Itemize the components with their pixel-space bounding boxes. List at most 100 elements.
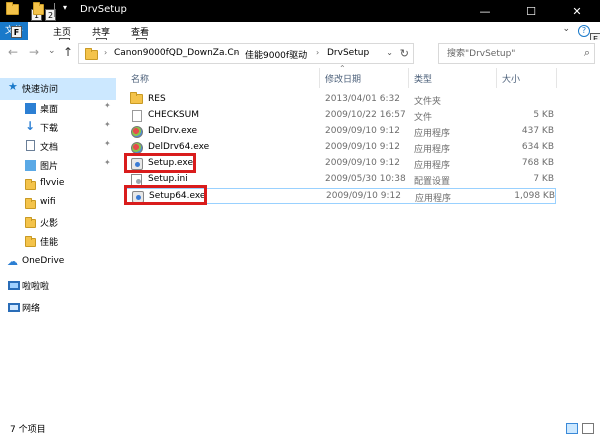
maximize-button[interactable]: ☐ (508, 0, 554, 22)
search-input[interactable] (439, 44, 575, 63)
breadcrumb-separator[interactable]: › (316, 48, 319, 57)
nav-item-label: 桌面 (40, 105, 59, 115)
file-type: 文件夹 (414, 97, 442, 107)
file-row-res[interactable]: RES 2013/04/01 6:32 文件夹 (126, 92, 556, 108)
column-header-date[interactable]: 修改日期 (325, 72, 361, 86)
file-name: Setup.ini (148, 174, 188, 184)
pin-icon[interactable]: ✦ (104, 120, 111, 129)
search-icon[interactable]: ⌕ (584, 46, 590, 60)
breadcrumb-separator[interactable]: › (104, 48, 107, 57)
file-row-checksum[interactable]: CHECKSUM 2009/10/22 16:57 文件 5 KB (126, 108, 556, 124)
nav-item-label: 火影 (40, 219, 59, 229)
file-type: 应用程序 (414, 161, 451, 171)
tab-home[interactable]: 主页 (53, 25, 71, 38)
file-name: DelDrv.exe (148, 126, 198, 136)
desktop-icon (25, 103, 36, 114)
file-date: 2013/04/01 6:32 (325, 94, 400, 104)
ribbon-tabs: 文件 F 主页 H 共享 S 查看 V ⌄ ? E (0, 22, 600, 50)
file-row-deldrv[interactable]: DelDrv.exe 2009/09/10 9:12 应用程序 437 KB (126, 124, 556, 140)
nav-item-label: wifi (40, 197, 56, 207)
title-bar[interactable]: 1 2 ▾ DrvSetup — ☐ ✕ (0, 0, 600, 22)
recent-locations-button[interactable]: ⌄ (48, 46, 56, 56)
nav-item-network[interactable]: 网络 (0, 297, 116, 319)
minimize-button[interactable]: — (462, 0, 508, 22)
tab-share[interactable]: 共享 (92, 25, 110, 38)
download-icon: ↓ (25, 119, 36, 133)
navigation-bar: ← → ⌄ ↑ › Canon9000fQD_DownZa.Cn › 佳能900… (0, 40, 600, 66)
back-button[interactable]: ← (8, 45, 18, 59)
folder-icon (85, 48, 98, 60)
large-icons-view-button[interactable] (582, 423, 594, 434)
column-header-type[interactable]: 类型 (414, 72, 432, 86)
file-type: 文件 (414, 113, 433, 123)
customize-toolbar-dropdown-icon[interactable]: ▾ (63, 3, 67, 12)
pin-icon[interactable]: ✦ (104, 158, 111, 167)
pin-icon[interactable]: ✦ (104, 101, 111, 110)
address-dropdown-icon[interactable]: ⌄ (386, 48, 393, 57)
pin-icon[interactable]: ✦ (104, 139, 111, 148)
nav-item-label: OneDrive (22, 256, 65, 266)
nav-item-this-pc[interactable]: 啦啦啦 (0, 275, 116, 297)
expand-ribbon-icon[interactable]: ⌄ (562, 24, 570, 34)
nav-item-label: 网络 (22, 304, 41, 314)
application-icon (131, 126, 143, 138)
nav-item-canon[interactable]: 佳能 (0, 231, 116, 253)
folder-icon (25, 236, 36, 247)
nav-item-label: 图片 (40, 162, 59, 172)
file-type: 应用程序 (414, 129, 451, 139)
file-date: 2009/10/22 16:57 (325, 110, 406, 120)
file-type: 配置设置 (414, 177, 451, 187)
breadcrumb-item[interactable]: Canon9000fQD_DownZa.Cn (114, 48, 239, 58)
network-icon (8, 303, 20, 312)
details-view-button[interactable] (566, 423, 578, 434)
nav-item-label: flvvie (40, 178, 65, 188)
pictures-icon (25, 160, 36, 171)
file-size: 5 KB (533, 110, 554, 120)
help-icon[interactable]: ? (578, 25, 590, 37)
breadcrumb-item[interactable]: DrvSetup (327, 48, 369, 58)
up-button[interactable]: ↑ (63, 45, 73, 59)
nav-item-quick-access[interactable]: ★ 快速访问 (0, 78, 116, 100)
navigation-pane: ★ 快速访问 桌面 ✦ ↓ 下载 ✦ 文档 ✦ 图片 ✦ flvvie wifi… (0, 66, 116, 415)
breadcrumb-separator[interactable]: › (234, 48, 237, 57)
column-divider[interactable] (556, 68, 557, 88)
file-icon (132, 110, 142, 122)
highlight-box-setup (124, 153, 196, 173)
status-bar: 7 个项目 (0, 415, 600, 439)
column-divider[interactable] (319, 68, 320, 88)
file-date: 2009/05/30 10:38 (325, 174, 406, 184)
column-header-name[interactable]: 名称 (131, 72, 149, 86)
column-header-size[interactable]: 大小 (502, 72, 520, 86)
tab-view[interactable]: 查看 (131, 25, 149, 38)
file-list: ⌃ 名称 修改日期 类型 大小 RES 2013/04/01 6:32 文件夹 … (116, 64, 600, 415)
item-count: 7 个项目 (10, 425, 46, 435)
refresh-icon[interactable]: ↻ (400, 47, 409, 60)
file-date: 2009/09/10 9:12 (326, 191, 401, 201)
address-bar[interactable]: › Canon9000fQD_DownZa.Cn › 佳能9000f驱动 › D… (78, 43, 414, 64)
onedrive-icon: ☁ (7, 255, 18, 268)
nav-item-onedrive[interactable]: ☁ OneDrive (0, 252, 116, 274)
file-date: 2009/09/10 9:12 (325, 142, 400, 152)
file-name: DelDrv64.exe (148, 142, 210, 152)
document-icon (26, 140, 35, 151)
nav-item-label: 快速访问 (22, 85, 59, 95)
explorer-window: 1 2 ▾ DrvSetup — ☐ ✕ 文件 F 主页 H 共享 S 查看 V… (0, 0, 600, 439)
file-name: RES (148, 94, 166, 104)
file-size: 634 KB (521, 142, 554, 152)
file-size: 437 KB (521, 126, 554, 136)
column-divider[interactable] (496, 68, 497, 88)
window-title: DrvSetup (80, 4, 127, 15)
toolbar-divider (54, 3, 55, 17)
nav-item-label: 下载 (40, 124, 59, 134)
folder-icon (130, 92, 143, 104)
file-date: 2009/09/10 9:12 (325, 126, 400, 136)
forward-button[interactable]: → (29, 45, 39, 59)
highlight-box-setup64 (124, 185, 207, 205)
search-box[interactable]: ⌕ (438, 43, 595, 64)
new-folder-icon[interactable] (33, 2, 44, 15)
nav-item-label: 啦啦啦 (22, 282, 50, 292)
column-divider[interactable] (408, 68, 409, 88)
close-button[interactable]: ✕ (554, 0, 600, 22)
breadcrumb-item[interactable]: 佳能9000f驱动 (245, 48, 307, 61)
file-type: 应用程序 (415, 194, 452, 204)
